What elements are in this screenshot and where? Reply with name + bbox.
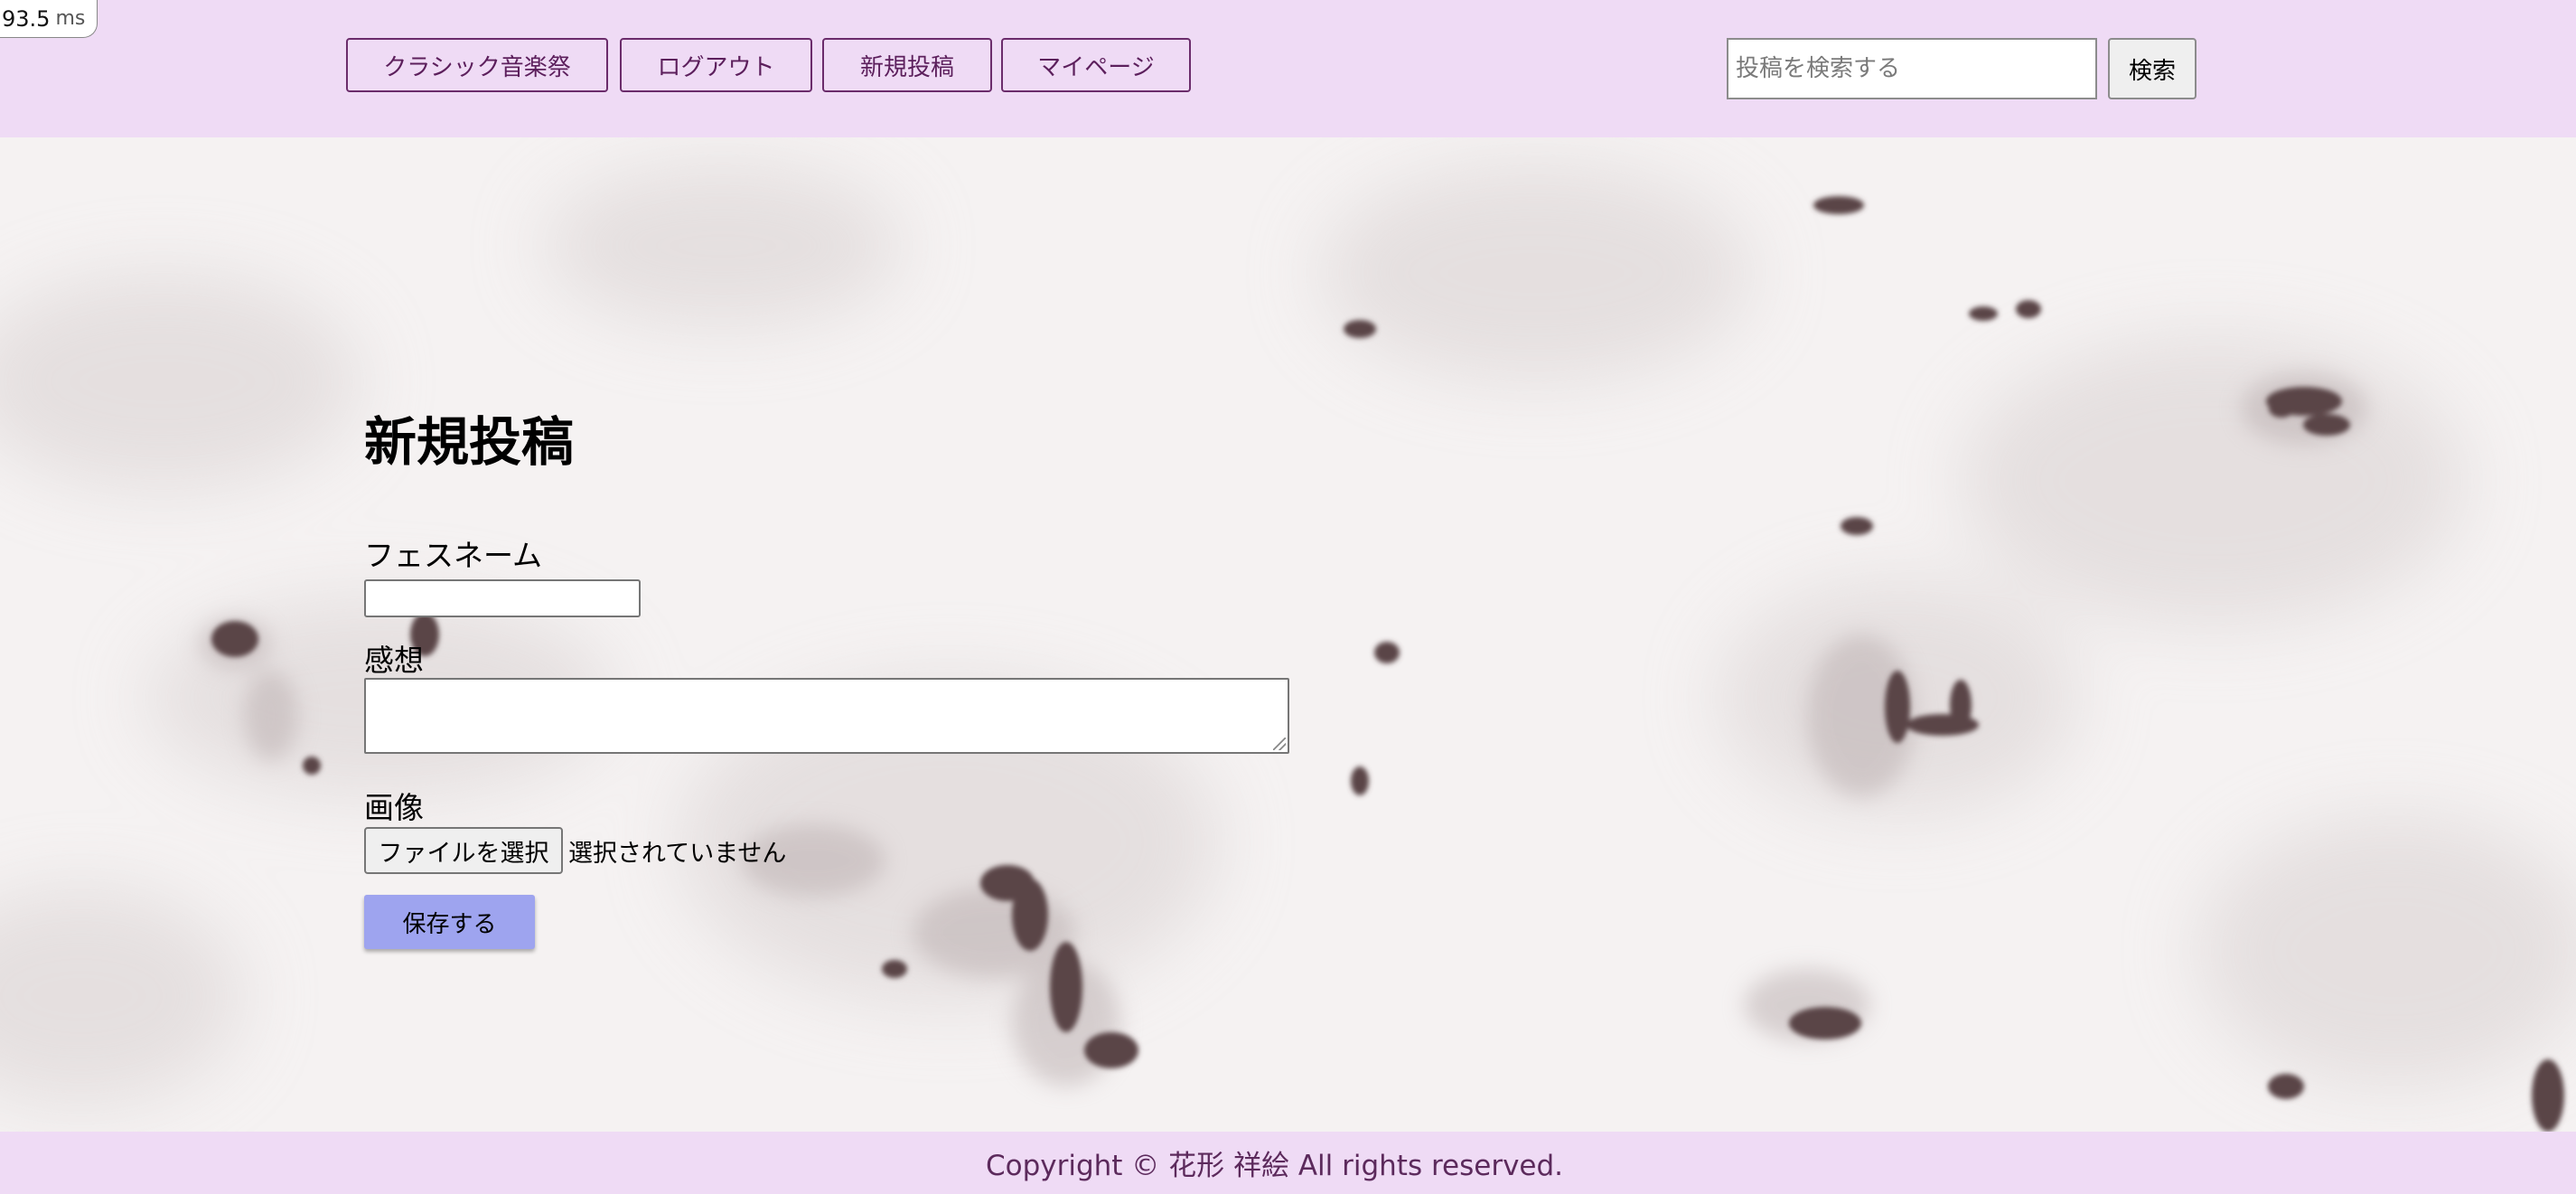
nav-button-classic-fes[interactable]: クラシック音楽祭	[346, 38, 608, 92]
copyright-text: Copyright © 花形 祥絵 All rights reserved.	[985, 1150, 1564, 1182]
search-input[interactable]	[1727, 38, 2097, 99]
fes-name-input[interactable]	[364, 579, 641, 617]
site-footer: Copyright © 花形 祥絵 All rights reserved.	[0, 1132, 2576, 1194]
image-label: 画像	[364, 790, 424, 825]
textarea-resize-grip-icon[interactable]	[1273, 738, 1286, 750]
choose-file-button[interactable]: ファイルを選択	[364, 827, 563, 874]
file-status-text: 選択されていません	[568, 840, 787, 868]
render-time-badge: 93.5 ms	[0, 0, 98, 38]
impression-label: 感想	[364, 643, 424, 678]
nav-button-new-post[interactable]: 新規投稿	[822, 38, 992, 92]
render-time-value: 93.5	[2, 5, 51, 32]
page-title: 新規投稿	[364, 411, 575, 473]
save-button[interactable]: 保存する	[364, 895, 535, 949]
marble-background	[0, 137, 2576, 1132]
render-time-unit: ms	[55, 7, 86, 30]
search-button[interactable]: 検索	[2108, 38, 2197, 99]
nav-button-logout[interactable]: ログアウト	[620, 38, 812, 92]
site-header: クラシック音楽祭 ログアウト 新規投稿 マイページ 検索	[0, 0, 2576, 137]
fes-name-label: フェスネーム	[364, 538, 543, 573]
impression-textarea[interactable]	[364, 678, 1289, 754]
nav-button-mypage[interactable]: マイページ	[1001, 38, 1191, 92]
